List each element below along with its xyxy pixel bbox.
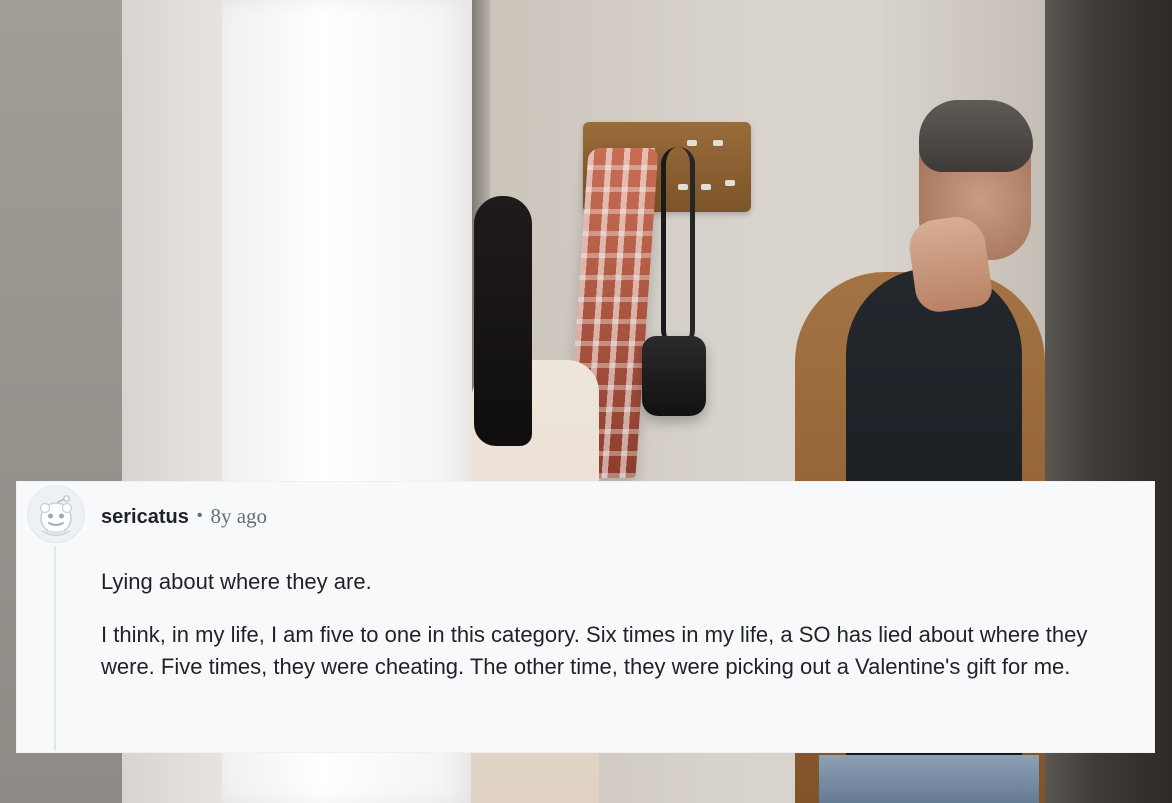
meta-separator: • (196, 506, 203, 524)
comment-card: sericatus • 8y ago Lying about where the… (16, 481, 1155, 753)
man-jeans (819, 755, 1039, 803)
thread-line (54, 546, 56, 751)
key-hook (687, 140, 697, 146)
man-hair (919, 100, 1033, 172)
comment-body: Lying about where they are. I think, in … (101, 566, 1141, 684)
key-hook (725, 180, 735, 186)
screenshot-scene: sericatus • 8y ago Lying about where the… (0, 0, 1172, 803)
username[interactable]: sericatus (101, 507, 189, 527)
key-hook (701, 184, 711, 190)
woman-hair (474, 196, 532, 446)
snoo-avatar-icon[interactable] (27, 485, 85, 543)
comment-paragraph-1: Lying about where they are. (101, 569, 372, 594)
snoo-avatar-icon (28, 486, 84, 542)
comment-paragraph-2: I think, in my life, I am five to one in… (101, 621, 1088, 680)
key-hook (713, 140, 723, 146)
comment-age[interactable]: 8y ago (210, 506, 267, 527)
black-bag (642, 336, 706, 416)
comment-meta: sericatus • 8y ago (101, 506, 267, 527)
bag-strap (661, 147, 695, 347)
